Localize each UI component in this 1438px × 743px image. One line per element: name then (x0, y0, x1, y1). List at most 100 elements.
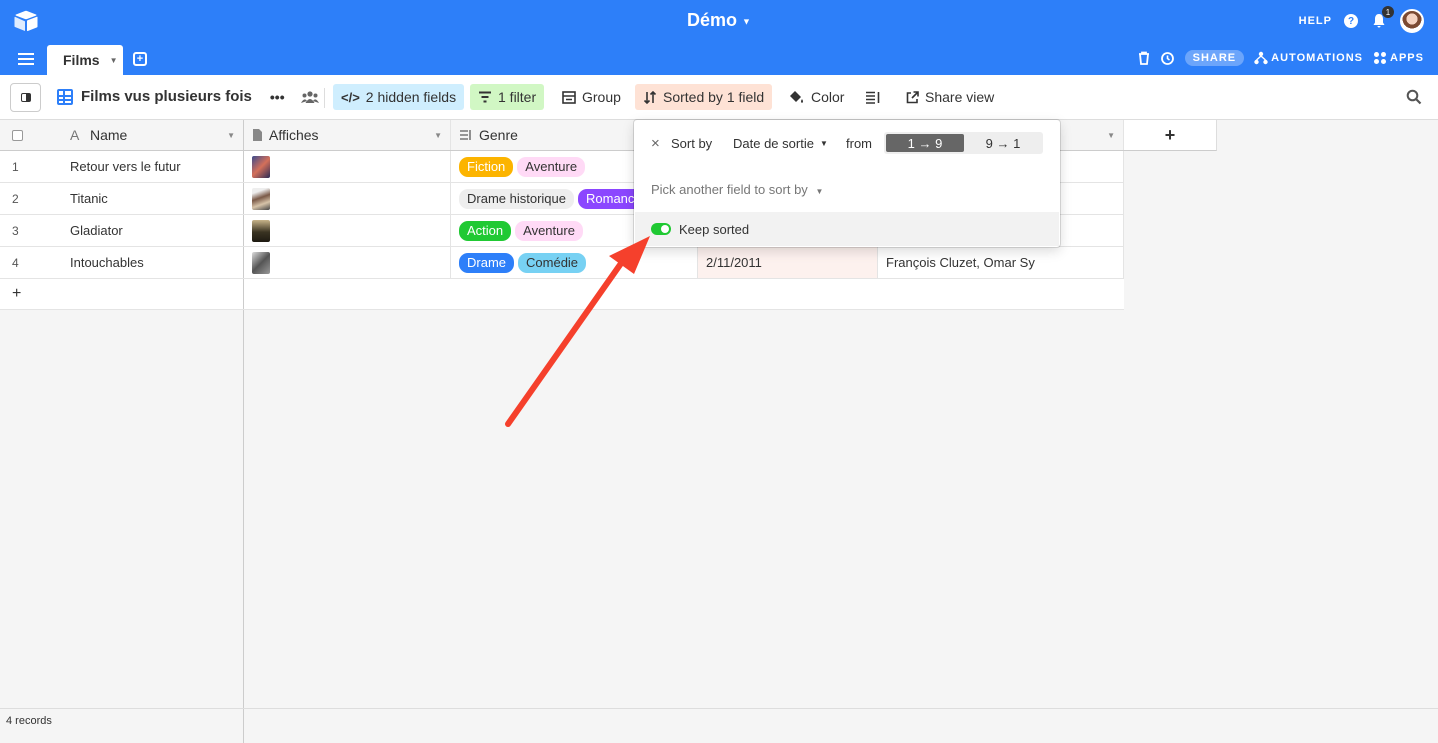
affiche-cell[interactable] (244, 215, 451, 246)
genre-tag: Drame historique (459, 188, 574, 209)
collaborators-icon[interactable] (300, 90, 319, 104)
trash-icon[interactable] (1138, 51, 1150, 65)
top-right-actions: HELP ? 1 (1299, 6, 1424, 34)
automations-button[interactable]: AUTOMATIONS (1254, 51, 1363, 65)
chevron-down-icon[interactable]: ▼ (1107, 131, 1115, 140)
sort-field-select[interactable]: Date de sortie ▼ (733, 132, 828, 154)
sort-descending-option[interactable]: 9 → 1 (964, 136, 1042, 151)
search-icon[interactable] (1406, 89, 1422, 105)
poster-thumbnail[interactable] (252, 251, 270, 274)
remove-sort-close-icon[interactable]: × (651, 132, 660, 154)
sidebar-toggle-button[interactable] (10, 83, 41, 112)
filter-label: 1 filter (498, 89, 537, 105)
sort-by-label: Sort by (671, 135, 713, 151)
affiche-cell[interactable] (244, 247, 451, 278)
paint-bucket-icon (790, 91, 803, 103)
sidebar-icon (20, 93, 31, 102)
group-button[interactable]: Group (554, 84, 629, 110)
filter-button[interactable]: 1 filter (470, 84, 545, 110)
name-cell[interactable]: Intouchables (62, 247, 244, 278)
summary-bar: 4 records (0, 708, 1438, 743)
sort-rule-row: × Sort by Date de sortie ▼ from 1 → 9 9 … (634, 132, 1060, 154)
user-avatar[interactable] (1400, 9, 1424, 33)
poster-thumbnail[interactable] (252, 155, 270, 178)
sort-field-value: Date de sortie (733, 135, 814, 151)
base-title: Démo ▼ (0, 10, 1438, 31)
sort-direction-toggle: 1 → 9 9 → 1 (884, 132, 1043, 154)
date-cell[interactable]: 2/11/2011 (698, 247, 878, 278)
hidden-fields-icon: </> (341, 89, 360, 105)
add-field-button[interactable]: + (1124, 120, 1217, 151)
add-record-row[interactable]: + (0, 279, 1124, 310)
row-height-button[interactable] (857, 84, 889, 110)
column-title: Affiches (269, 127, 319, 143)
text-field-icon: A (70, 127, 80, 143)
toolbar-divider (324, 88, 325, 108)
chevron-down-icon[interactable]: ▼ (110, 56, 118, 65)
genre-tag: Aventure (517, 156, 586, 177)
hidden-fields-button[interactable]: </> 2 hidden fields (333, 84, 465, 110)
column-title: Name (90, 127, 128, 143)
sort-label: Sorted by 1 field (663, 89, 765, 105)
name-cell[interactable]: Titanic (62, 183, 244, 214)
actors-cell[interactable]: François Cluzet, Omar Sy (878, 247, 1124, 278)
pick-another-field-select[interactable]: Pick another field to sort by ▼ (651, 182, 823, 197)
view-name: Films vus plusieurs fois (81, 88, 252, 105)
chevron-down-icon: ▼ (819, 138, 828, 148)
external-link-icon (906, 90, 919, 103)
color-label: Color (811, 89, 845, 105)
menu-icon[interactable] (18, 53, 34, 65)
chevron-down-icon[interactable]: ▼ (227, 131, 235, 140)
share-button[interactable]: SHARE (1184, 50, 1245, 66)
group-label: Group (582, 89, 621, 105)
notifications-bell-icon[interactable]: 1 (1370, 6, 1394, 30)
left-column-background (0, 310, 244, 708)
table-row[interactable]: 4 Intouchables Drame Comédie 2/11/2011 Fr… (0, 247, 1124, 279)
row-number: 2 (12, 191, 19, 206)
apps-button[interactable]: APPS (1373, 51, 1424, 65)
genre-cell[interactable]: Drame Comédie (451, 247, 698, 278)
more-options-icon[interactable]: ••• (270, 89, 285, 105)
airtable-logo-icon[interactable] (14, 10, 38, 32)
sort-popover: × Sort by Date de sortie ▼ from 1 → 9 9 … (634, 120, 1060, 247)
genre-tag: Comédie (518, 252, 587, 273)
column-header-name[interactable]: A Name ▼ (62, 120, 244, 150)
tab-films[interactable]: Films ▼ (47, 45, 123, 75)
base-name[interactable]: Démo (687, 10, 737, 30)
column-title: Genre (479, 127, 518, 143)
share-view-button[interactable]: Share view (898, 84, 1002, 110)
genre-tag: Aventure (515, 220, 583, 241)
attachment-field-icon (253, 129, 262, 141)
color-button[interactable]: Color (781, 84, 852, 110)
keep-sorted-row[interactable]: Keep sorted (635, 212, 1059, 246)
view-toolbar: Films vus plusieurs fois ••• </> 2 hidde… (0, 75, 1438, 120)
help-question-icon[interactable]: ? (1344, 14, 1358, 28)
chevron-down-icon[interactable]: ▼ (434, 131, 442, 140)
sort-button[interactable]: Sorted by 1 field (635, 84, 773, 110)
notification-badge: 1 (1382, 6, 1394, 18)
poster-thumbnail[interactable] (252, 187, 270, 210)
chevron-down-icon[interactable]: ▼ (742, 16, 751, 26)
help-button[interactable]: HELP (1299, 15, 1332, 27)
select-all-cell[interactable] (0, 120, 62, 150)
view-switcher[interactable]: Films vus plusieurs fois ••• (57, 88, 319, 105)
poster-thumbnail[interactable] (252, 219, 270, 242)
affiche-cell[interactable] (244, 151, 451, 182)
genre-tag: Action (459, 220, 512, 241)
history-icon[interactable] (1160, 51, 1175, 66)
apps-label: APPS (1390, 52, 1424, 64)
add-table-icon[interactable]: + (133, 52, 147, 66)
name-cell[interactable]: Gladiator (62, 215, 244, 246)
select-all-checkbox[interactable] (12, 129, 23, 141)
affiche-cell[interactable] (244, 183, 451, 214)
tab-label: Films (63, 52, 100, 68)
multi-select-field-icon (460, 130, 471, 140)
add-record-icon[interactable]: + (0, 279, 62, 309)
sort-ascending-option[interactable]: 1 → 9 (886, 134, 964, 152)
name-cell[interactable]: Retour vers le futur (62, 151, 244, 182)
grid-view-icon (57, 88, 73, 105)
footer-divider (243, 709, 244, 743)
column-header-affiches[interactable]: Affiches ▼ (244, 120, 451, 150)
keep-sorted-toggle[interactable] (651, 223, 671, 235)
pick-another-label: Pick another field to sort by (651, 182, 808, 197)
